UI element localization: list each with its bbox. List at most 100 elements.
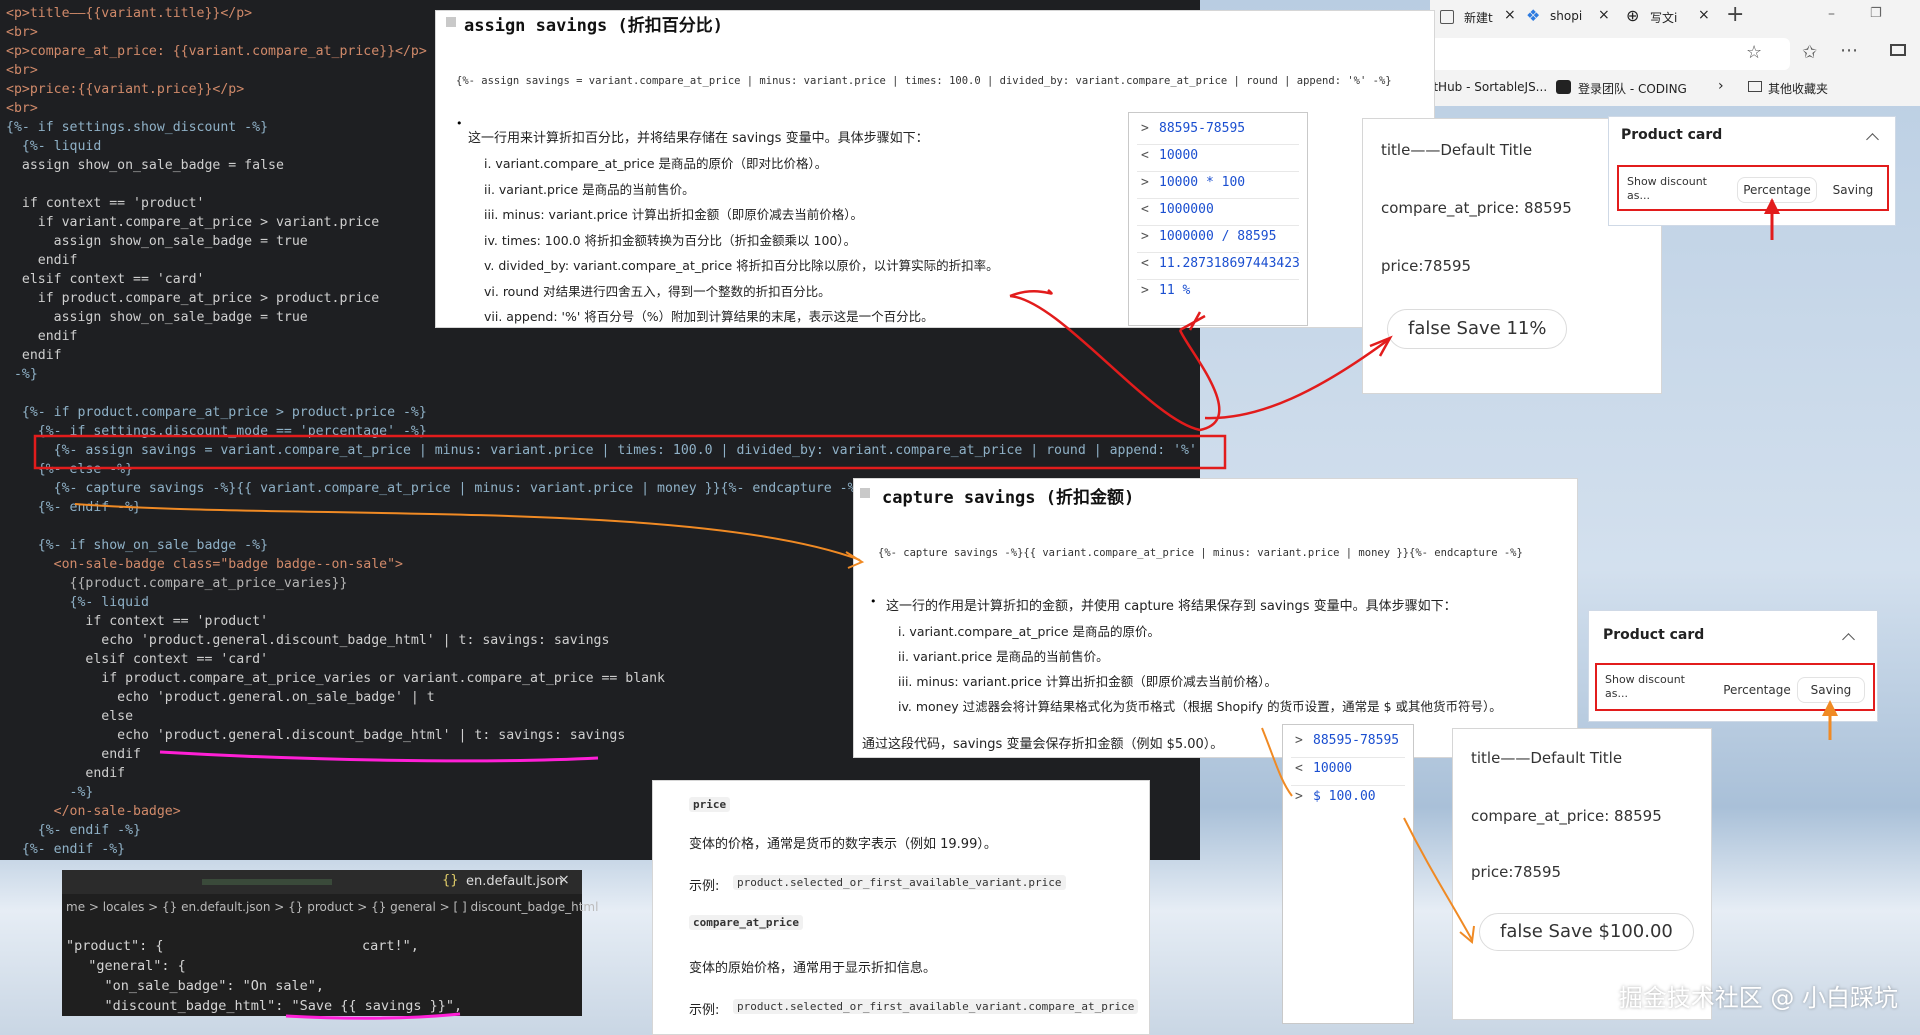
code-line[interactable]: {%- if settings.discount_mode == 'percen… [6,422,427,441]
code-line[interactable]: echo 'product.general.discount_badge_htm… [6,631,609,650]
code-line[interactable]: {%- if show_on_sale_badge -%} [6,536,268,555]
star-icon[interactable]: ☆ [1746,42,1762,63]
console-row[interactable]: 10000 * 100 [1159,175,1245,190]
minimize-icon[interactable]: – [1828,6,1835,22]
code-line[interactable]: endif [6,745,141,764]
sidebar-icon[interactable] [1890,44,1906,56]
close-icon[interactable]: × [1504,7,1516,23]
code-line[interactable]: -%} [6,783,94,802]
code-line[interactable]: else [6,707,133,726]
code-line[interactable]: <p>title——{{variant.title}}</p> [6,4,252,23]
console-row[interactable]: $ 100.00 [1313,789,1376,804]
input-arrow-icon: > [1141,121,1149,136]
code-line[interactable]: {%- liquid [6,593,149,612]
code-line[interactable]: endif [6,327,78,346]
doc-title: capture savings (折扣金额) [882,488,1135,508]
new-tab-icon[interactable]: + [1726,2,1744,27]
code-line[interactable]: <br> [6,99,38,118]
json-line[interactable]: "general": { [72,958,186,974]
console-row[interactable]: 10000 [1159,148,1198,163]
chevron-up-icon[interactable] [1866,133,1879,146]
code-line[interactable]: <br> [6,61,38,80]
code-line[interactable]: {%- endif -%} [6,840,125,859]
bookmark-coding[interactable]: 登录团队 - CODING [1578,80,1687,97]
code-line[interactable]: if product.compare_at_price_varies or va… [6,669,665,688]
code-line[interactable]: <br> [6,23,38,42]
field-desc: 变体的原始价格，通常用于显示折扣信息。 [689,961,937,976]
settings-header: Product card [1603,627,1705,643]
code-line[interactable]: {%- capture savings -%}{{ variant.compar… [6,479,864,498]
code-line[interactable]: echo 'product.general.on_sale_badge' | t [6,688,435,707]
saving-option[interactable]: Saving [1823,177,1883,203]
code-line[interactable]: </on-sale-badge> [6,802,181,821]
code-line[interactable]: endif [6,346,62,365]
doc-step: ii. variant.price 是商品的当前售价。 [898,649,1109,664]
bookmark-sortable[interactable]: itHub - SortableJS... [1430,80,1547,94]
code-line[interactable]: {%- endif -%} [6,821,141,840]
output-arrow-icon: < [1141,148,1149,163]
code-line[interactable]: endif [6,251,78,270]
code-line[interactable]: assign show_on_sale_badge = true [6,308,308,327]
browser-tab-3[interactable]: ⊕ 写文i × [1626,6,1716,36]
browser-tab-1[interactable]: 新建t × [1440,6,1516,36]
code-line[interactable]: if product.compare_at_price > product.pr… [6,289,379,308]
example-label: 示例: [689,879,720,894]
doc-step: i. variant.compare_at_price 是商品的原价（即对比价格… [484,156,828,171]
code-line[interactable]: <p>compare_at_price: {{variant.compare_a… [6,42,427,61]
address-bar[interactable] [1430,38,1790,70]
bookmark-other[interactable]: 其他收藏夹 [1768,80,1828,97]
breadcrumb[interactable]: me > locales > {} en.default.json > {} p… [66,900,598,914]
chevron-right-icon[interactable]: › [1718,78,1724,94]
console-row[interactable]: 10000 [1313,761,1352,776]
more-icon[interactable]: ⋯ [1840,40,1858,61]
doc-step: vi. round 对结果进行四舍五入，得到一个整数的折扣百分比。 [484,283,831,299]
vscode-tab[interactable]: en.default.json [466,874,563,889]
json-file-icon: {} [442,873,459,888]
console-row[interactable]: 1000000 / 88595 [1159,229,1276,244]
browser-tab-2[interactable]: ❖ shopi × [1526,6,1616,36]
code-line[interactable]: {%- liquid [6,137,101,156]
favorites-icon[interactable]: ✩ [1802,42,1817,63]
json-line[interactable]: "product": { [66,938,164,954]
code-line[interactable]: {%- endif -%} [6,498,141,517]
code-line[interactable]: if context == 'product' [6,194,205,213]
code-line[interactable]: elsif context == 'card' [6,650,268,669]
percentage-option[interactable]: Percentage [1737,177,1817,203]
code-line[interactable]: {{product.compare_at_price_varies}} [6,574,348,593]
console-row[interactable]: 11 % [1159,283,1190,298]
console-row[interactable]: 11.287318697443423 [1159,256,1300,271]
console-row[interactable]: 88595-78595 [1159,121,1245,136]
preview-panel-2: title——Default Title compare_at_price: 8… [1452,728,1712,1020]
code-line[interactable]: if variant.compare_at_price > variant.pr… [6,213,379,232]
code-line[interactable]: echo 'product.general.discount_badge_htm… [6,726,625,745]
restore-icon[interactable]: ❐ [1870,6,1882,21]
close-icon[interactable]: × [558,872,570,888]
console-row[interactable]: 1000000 [1159,202,1214,217]
code-line[interactable]: if context == 'product' [6,612,268,631]
code-line[interactable]: {%- if product.compare_at_price > produc… [6,403,427,422]
chevron-up-icon[interactable] [1842,633,1855,646]
preview-price: price:78595 [1381,257,1472,275]
console-panel-2: >88595-78595 <10000 > $ 100.00 [1282,724,1414,1024]
code-line[interactable]: endif [6,764,125,783]
code-line[interactable]: <on-sale-badge class="badge badge--on-sa… [6,555,403,574]
json-line[interactable]: "on_sale_badge": "On sale", [72,978,324,994]
coding-icon [1556,80,1571,94]
percentage-option[interactable]: Percentage [1715,677,1799,703]
code-line[interactable]: -%} [6,365,38,384]
close-icon[interactable]: × [1698,7,1710,23]
code-line[interactable]: {%- else -%} [6,460,133,479]
json-line[interactable]: "discount_badge_html": "Save {{ savings … [72,998,463,1014]
tab-label: 写文i [1650,11,1678,25]
close-icon[interactable]: × [1598,7,1610,23]
code-line[interactable]: <p>price:{{variant.price}}</p> [6,80,244,99]
code-line[interactable]: assign show_on_sale_badge = false [6,156,284,175]
tab-label: shopi [1550,9,1583,23]
code-line[interactable]: assign show_on_sale_badge = true [6,232,308,251]
doc-variant-fields: price 变体的价格，通常是货币的数字表示（例如 19.99）。 示例: pr… [652,780,1150,1035]
saving-option[interactable]: Saving [1797,677,1865,703]
code-line[interactable]: {%- if settings.show_discount -%} [6,118,268,137]
code-line[interactable]: elsif context == 'card' [6,270,205,289]
console-row[interactable]: 88595-78595 [1313,733,1399,748]
code-line[interactable]: {%- assign savings = variant.compare_at_… [6,441,1200,460]
